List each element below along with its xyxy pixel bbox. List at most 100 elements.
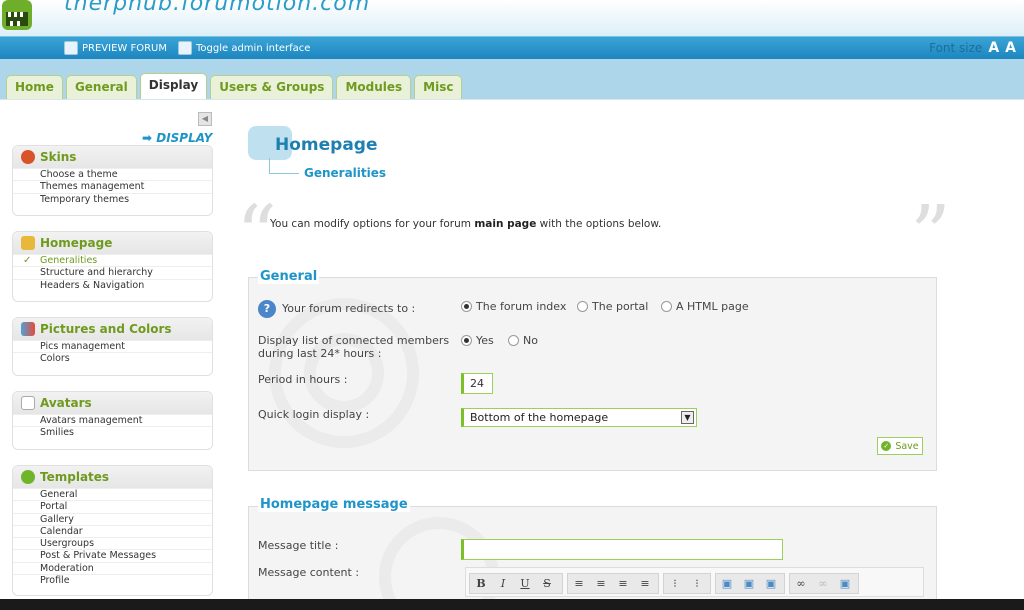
homepage-message-title: Homepage message (258, 497, 410, 512)
sidebar-item-templates-portal[interactable]: Portal (13, 500, 212, 512)
sidebar-item-templates-calendar[interactable]: Calendar (13, 524, 212, 537)
skins-icon (21, 150, 35, 164)
align-justify-icon[interactable]: ≡ (634, 574, 656, 593)
align-right-icon[interactable]: ≡ (612, 574, 634, 593)
collapse-sidebar-button[interactable]: ◀ (198, 112, 212, 126)
menu-avatars-header: Avatars (13, 392, 212, 414)
save-button[interactable]: ✓ Save (877, 437, 923, 455)
sidebar-item-avatars-management[interactable]: Avatars management (13, 414, 212, 426)
site-header: therphub.forumotion.com (0, 0, 1024, 36)
chevron-down-icon: ▼ (681, 411, 694, 424)
period-input[interactable]: 24 (461, 373, 493, 394)
general-panel-title: General (258, 269, 320, 284)
checkmark-icon: ✓ (881, 441, 892, 451)
align-center-icon[interactable]: ≡ (590, 574, 612, 593)
align-left-icon[interactable]: ≡ (568, 574, 590, 593)
sidebar-item-headers-navigation[interactable]: Headers & Navigation (13, 278, 212, 291)
page-title: Homepage (275, 135, 378, 155)
save-label: Save (895, 440, 919, 452)
connected-members-label-2: during last 24* hours : (258, 347, 382, 360)
redirect-label: Your forum redirects to : (282, 302, 416, 315)
radio-dot (661, 301, 672, 312)
page-subtitle: Generalities (304, 166, 387, 180)
tab-modules[interactable]: Modules (336, 75, 412, 99)
radio-forum-index[interactable]: The forum index (461, 300, 566, 313)
quick-login-label: Quick login display : (258, 408, 370, 421)
font-increase-icon[interactable]: A (1005, 40, 1016, 56)
quick-login-select[interactable]: Bottom of the homepage ▼ (461, 408, 697, 427)
tab-display[interactable]: Display (139, 73, 208, 99)
sidebar-item-templates-usergroups[interactable]: Usergroups (13, 537, 212, 549)
preview-forum-link[interactable]: PREVIEW FORUM (64, 41, 167, 55)
site-title: therphub.forumotion.com (64, 0, 371, 16)
preview-forum-label: PREVIEW FORUM (82, 42, 167, 54)
sidebar-item-structure-hierarchy[interactable]: Structure and hierarchy (13, 266, 212, 278)
menu-pictures-header: Pictures and Colors (13, 318, 212, 340)
monster-logo-icon (2, 0, 32, 30)
menu-homepage: Homepage Generalities Structure and hier… (12, 231, 213, 302)
sidebar-item-temporary-themes[interactable]: Temporary themes (13, 192, 212, 205)
help-icon[interactable]: ? (258, 300, 276, 318)
open-quote-icon: “ (236, 188, 277, 281)
sidebar-item-templates-profile[interactable]: Profile (13, 574, 212, 586)
insert-video-icon[interactable]: ▣ (760, 574, 782, 593)
insert-image-icon[interactable]: ▣ (716, 574, 738, 593)
window-bottom-bar (0, 599, 1024, 610)
sidebar-section-label: ➡ DISPLAY (142, 131, 213, 145)
underline-icon[interactable]: U (514, 574, 536, 593)
toolbar-align-group: ≡ ≡ ≡ ≡ (567, 573, 659, 594)
editor-toolbar: B I U S ≡ ≡ ≡ ≡ ⁝ ⁝ ▣ ▣ ▣ ∞ ∞ ▣ (465, 567, 924, 597)
font-size-label: Font size (929, 41, 983, 55)
toolbar-insert-group: ▣ ▣ ▣ (715, 573, 785, 594)
link-icon[interactable]: ∞ (790, 574, 812, 593)
sidebar-item-colors[interactable]: Colors (13, 352, 212, 364)
radio-html-page[interactable]: A HTML page (661, 300, 749, 313)
font-decrease-icon[interactable]: A (988, 40, 999, 56)
bullet-list-icon[interactable]: ⁝ (664, 574, 686, 593)
numbered-list-icon[interactable]: ⁝ (686, 574, 708, 593)
message-content-label: Message content : (258, 566, 360, 579)
tab-home[interactable]: Home (6, 75, 63, 99)
preview-icon (64, 41, 78, 55)
toolbar-link-group: ∞ ∞ ▣ (789, 573, 859, 594)
tab-users-groups[interactable]: Users & Groups (210, 75, 334, 99)
menu-skins-title: Skins (40, 150, 77, 164)
sidebar-item-templates-post-pm[interactable]: Post & Private Messages (13, 549, 212, 561)
admin-bar: PREVIEW FORUM Toggle admin interface Fon… (0, 36, 1024, 59)
bold-icon[interactable]: B (470, 574, 492, 593)
radio-no[interactable]: No (508, 334, 538, 347)
connected-members-label: Display list of connected members (258, 334, 450, 347)
strikethrough-icon[interactable]: S (536, 574, 558, 593)
radio-dot (508, 335, 519, 346)
sidebar-item-smilies[interactable]: Smilies (13, 426, 212, 438)
insert-media-icon[interactable]: ▣ (834, 574, 856, 593)
quick-login-value: Bottom of the homepage (470, 411, 609, 424)
font-size-control: Font size A A (929, 40, 1016, 56)
insert-gallery-icon[interactable]: ▣ (738, 574, 760, 593)
menu-avatars-title: Avatars (40, 396, 92, 410)
sidebar-item-themes-management[interactable]: Themes management (13, 180, 212, 192)
sidebar-item-templates-general[interactable]: General (13, 488, 212, 500)
tab-misc[interactable]: Misc (414, 75, 463, 99)
italic-icon[interactable]: I (492, 574, 514, 593)
period-label: Period in hours : (258, 373, 348, 386)
sidebar-item-templates-moderation[interactable]: Moderation (13, 561, 212, 574)
radio-dot (461, 335, 472, 346)
sidebar-item-templates-gallery[interactable]: Gallery (13, 512, 212, 525)
unlink-icon[interactable]: ∞ (812, 574, 834, 593)
close-quote-icon: ” (910, 188, 951, 281)
toggle-admin-label: Toggle admin interface (196, 42, 311, 54)
intro-text: You can modify options for your forum ma… (270, 218, 662, 230)
tab-general[interactable]: General (65, 75, 137, 99)
radio-portal[interactable]: The portal (577, 300, 648, 313)
radio-yes[interactable]: Yes (461, 334, 494, 347)
sidebar-item-pics-management[interactable]: Pics management (13, 340, 212, 352)
sidebar-item-choose-theme[interactable]: Choose a theme (13, 168, 212, 180)
sidebar-item-generalities[interactable]: Generalities (13, 254, 212, 267)
menu-pictures-title: Pictures and Colors (40, 322, 172, 336)
main-tabs: Home General Display Users & Groups Modu… (6, 73, 465, 99)
message-title-input[interactable] (461, 539, 783, 560)
toggle-admin-link[interactable]: Toggle admin interface (178, 41, 310, 55)
menu-pictures-colors: Pictures and Colors Pics management Colo… (12, 317, 213, 376)
menu-homepage-header: Homepage (13, 232, 212, 254)
